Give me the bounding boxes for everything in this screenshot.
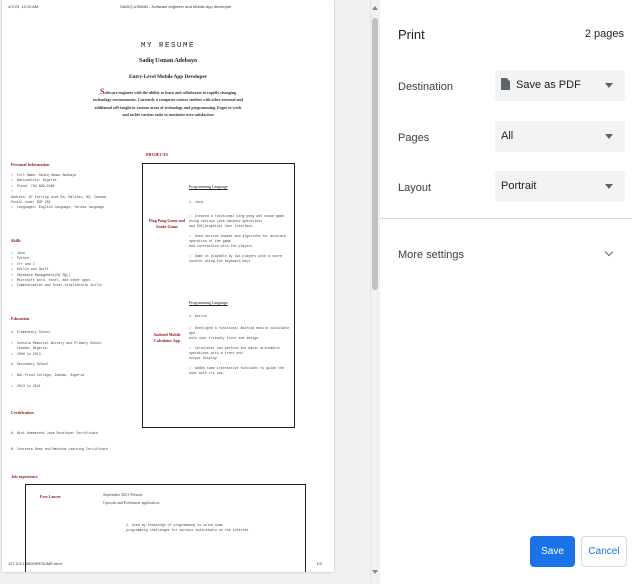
chevron-down-icon bbox=[605, 184, 613, 189]
chevron-down-icon[interactable] bbox=[604, 247, 614, 257]
resume-summary: Software engineer with the ability to le… bbox=[92, 88, 244, 119]
project2-details: • Developed a functional Android mobile … bbox=[189, 326, 290, 375]
scroll-up-arrow-icon[interactable] bbox=[372, 6, 378, 10]
project1-details: • Created a functional ping pong and sna… bbox=[189, 214, 286, 263]
layout-label: Layout bbox=[398, 182, 432, 194]
job-date: September 2021-Present bbox=[103, 492, 143, 497]
page-footer-url: 127.0.0.1:5500/RESUME.html bbox=[8, 561, 62, 566]
cancel-button[interactable]: Cancel bbox=[581, 536, 627, 567]
scroll-down-arrow-icon[interactable] bbox=[372, 570, 378, 574]
education-list: 1. Elementary School • Sunsola Memorial … bbox=[11, 330, 103, 389]
project2-language: 1. Kotlin bbox=[189, 314, 207, 318]
job-heading: Job experience bbox=[11, 474, 38, 479]
chevron-down-icon bbox=[605, 83, 613, 88]
project2-label: Android Mobile Calculator App bbox=[153, 332, 181, 343]
layout-value: Portrait bbox=[501, 180, 537, 192]
destination-value: Save as PDF bbox=[516, 79, 581, 91]
pages-select[interactable]: All bbox=[495, 121, 625, 152]
print-settings-panel: Print 2 pages Destination Save as PDF Pa… bbox=[380, 0, 632, 584]
pages-value: All bbox=[501, 130, 514, 142]
project1-label: Ping Pong Game and Snake Game bbox=[148, 218, 186, 229]
pages-label: Pages bbox=[398, 132, 430, 144]
resume-name: Sadiq Usman Adebayo bbox=[138, 58, 198, 64]
panel-divider bbox=[380, 218, 632, 219]
destination-label: Destination bbox=[398, 81, 454, 93]
print-preview-area: 4/7/23, 12:10 AM SADIQ USMAN - Software … bbox=[0, 0, 370, 584]
skills-list: • Java • Python • C++ and C • Kotlin and… bbox=[11, 251, 103, 288]
save-button[interactable]: Save bbox=[530, 536, 575, 567]
project1-language: 1. Java bbox=[189, 200, 203, 204]
page-footer-number: 1/2 bbox=[316, 561, 322, 566]
panel-title: Print bbox=[398, 27, 425, 42]
preview-scrollbar-thumb[interactable] bbox=[372, 18, 378, 290]
chevron-down-icon bbox=[605, 134, 613, 139]
project2-language-link: Programming Language bbox=[189, 300, 228, 305]
file-icon bbox=[501, 78, 510, 90]
more-settings-toggle[interactable]: More settings bbox=[398, 249, 464, 261]
skills-heading: Skills bbox=[11, 238, 21, 243]
job-title: Free Lancer bbox=[40, 494, 61, 499]
destination-select[interactable]: Save as PDF bbox=[495, 70, 625, 101]
personal-info-heading: Personal Information bbox=[11, 162, 50, 167]
job-details: 1. Used my knowledge of programming to s… bbox=[126, 523, 249, 532]
page-header-title: SADIQ USMAN - Software engineer and Mobi… bbox=[120, 4, 232, 9]
projects-table: Programming Language 1. Java Ping Pong G… bbox=[142, 163, 295, 428]
page-count: 2 pages bbox=[584, 28, 624, 40]
project1-language-link: Programming Language bbox=[189, 184, 228, 189]
certification-list: A. Ntot Ademeteni Java Developer Certifi… bbox=[11, 431, 108, 452]
job-subtitle: Upwork and Freelancer application bbox=[103, 500, 160, 505]
resume-role: Entry-Level Mobile App Developer bbox=[129, 74, 207, 80]
summary-text: oftware engineer with the ability to lea… bbox=[93, 90, 243, 118]
projects-heading: PROJECTS bbox=[146, 152, 168, 157]
certification-heading: Certification bbox=[11, 410, 34, 415]
preview-page: 4/7/23, 12:10 AM SADIQ USMAN - Software … bbox=[2, 0, 334, 572]
resume-title: MY RESUME bbox=[140, 42, 195, 50]
personal-info-list: • Full Name: Sadiq Usman Adebayo • Natio… bbox=[11, 173, 106, 210]
page-header-datetime: 4/7/23, 12:10 AM bbox=[8, 4, 39, 9]
education-heading: Education bbox=[11, 316, 30, 321]
job-table: Free Lancer September 2021-Present Upwor… bbox=[25, 484, 306, 572]
layout-select[interactable]: Portrait bbox=[495, 171, 625, 202]
